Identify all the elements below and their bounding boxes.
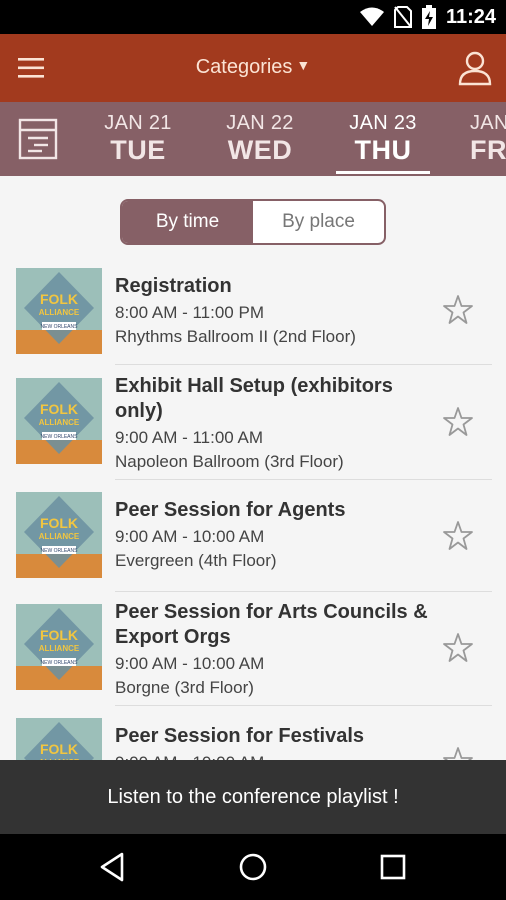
svg-text:ALLIANCE: ALLIANCE [39,308,80,317]
session-time: 9:00 AM - 10:00 AM [115,654,265,673]
categories-dropdown[interactable]: Categories ▼ [0,56,506,79]
playlist-banner[interactable]: Listen to the conference playlist ! [0,760,506,834]
svg-text:ALLIANCE: ALLIANCE [39,532,80,541]
no-sim-icon [393,6,412,28]
status-time: 11:24 [445,5,496,28]
selected-date-indicator [336,171,430,174]
by-place-button[interactable]: By place [253,201,384,243]
list-item[interactable]: FOLKALLIANCE NEW ORLEANS Peer Session for… [0,592,506,706]
svg-text:NEW ORLEANS: NEW ORLEANS [41,324,79,330]
session-location: Rhythms Ballroom II (2nd Floor) [115,327,356,346]
session-title: Peer Session for Agents [115,499,346,521]
svg-text:FOLK: FOLK [40,515,78,531]
calendar-list-icon[interactable] [18,118,58,160]
svg-text:FOLK: FOLK [40,627,78,643]
battery-charging-icon [421,5,436,29]
date-label: JAN 21 [104,112,172,134]
back-icon[interactable] [96,850,130,884]
date-selector-bar: JAN 21 TUE JAN 22 WED JAN 23 THU JAN FR [0,102,506,176]
date-tab-jan21[interactable]: JAN 21 TUE [83,112,193,166]
user-profile-icon[interactable] [458,50,492,86]
svg-text:NEW ORLEANS: NEW ORLEANS [41,548,79,554]
date-tab-jan23[interactable]: JAN 23 THU [328,112,438,174]
svg-text:NEW ORLEANS: NEW ORLEANS [41,660,79,666]
favorite-star-icon[interactable] [442,406,474,438]
date-label: JAN 22 [226,112,294,134]
session-title: Exhibit Hall Setup (exhibitors only) [115,375,393,422]
list-item[interactable]: FOLK ALLIANCE NEW ORLEANS Registration 8:0… [0,266,506,365]
list-item[interactable]: FOLKALLIANCENEW ORLEANS Peer Session for… [0,706,506,760]
session-time: 8:00 AM - 11:00 PM [115,303,264,322]
playlist-banner-text: Listen to the conference playlist ! [107,785,399,808]
date-tab-jan22[interactable]: JAN 22 WED [205,112,315,166]
weekday-label: TUE [110,135,166,165]
list-item[interactable]: FOLKALLIANCE NEW ORLEANS Peer Session for… [0,480,506,592]
divider [115,364,492,365]
favorite-star-icon[interactable] [442,294,474,326]
wifi-icon [359,7,384,26]
session-title: Peer Session for Festivals [115,725,365,747]
view-toggle: By time By place [120,199,386,245]
svg-text:ALLIANCE: ALLIANCE [39,418,80,427]
session-time: 9:00 AM - 10:00 AM [115,751,435,760]
home-icon[interactable] [236,850,270,884]
categories-label: Categories [195,56,293,78]
recent-apps-icon[interactable] [376,850,410,884]
system-navigation-bar [0,834,506,900]
festival-logo-thumbnail: FOLKALLIANCE NEW ORLEANS [16,492,102,578]
festival-logo-thumbnail: FOLKALLIANCE NEW ORLEANS [16,378,102,464]
date-label: JAN [470,112,506,134]
list-item[interactable]: FOLK ALLIANCE NEW ORLEANS Exhibit Hall Set… [0,366,506,480]
festival-logo-thumbnail: FOLKALLIANCENEW ORLEANS [16,718,102,760]
session-time: 9:00 AM - 10:00 AM [115,527,265,546]
session-title: Registration [115,275,232,297]
svg-text:ALLIANCE: ALLIANCE [39,644,80,653]
session-time: 9:00 AM - 11:00 AM [115,428,264,447]
date-label: JAN 23 [349,112,417,134]
svg-text:FOLK: FOLK [40,401,78,417]
weekday-label: FR [470,135,506,165]
favorite-star-icon[interactable] [442,520,474,552]
svg-text:NEW ORLEANS: NEW ORLEANS [41,434,79,440]
weekday-label: WED [227,135,293,165]
status-bar: 11:24 [0,0,506,34]
weekday-label: THU [354,135,412,165]
favorite-star-icon[interactable] [442,632,474,664]
svg-text:FOLK: FOLK [40,741,78,757]
session-location: Napoleon Ballroom (3rd Floor) [115,452,344,471]
session-list: FOLK ALLIANCE NEW ORLEANS Registration 8:0… [0,266,506,760]
date-tab-jan24[interactable]: JAN FR [452,112,506,166]
favorite-star-icon[interactable] [442,746,474,760]
session-location: Borgne (3rd Floor) [115,678,254,697]
festival-logo-thumbnail: FOLKALLIANCE NEW ORLEANS [16,604,102,690]
festival-logo-thumbnail: FOLKALLIANCE NEW ORLEANS [16,268,102,354]
by-time-button[interactable]: By time [122,201,253,243]
app-bar: Categories ▼ [0,34,506,102]
session-title: Peer Session for Arts Councils & Export … [115,601,428,648]
caret-down-icon: ▼ [296,57,311,73]
session-location: Evergreen (4th Floor) [115,551,277,570]
svg-text:FOLK: FOLK [40,291,78,307]
